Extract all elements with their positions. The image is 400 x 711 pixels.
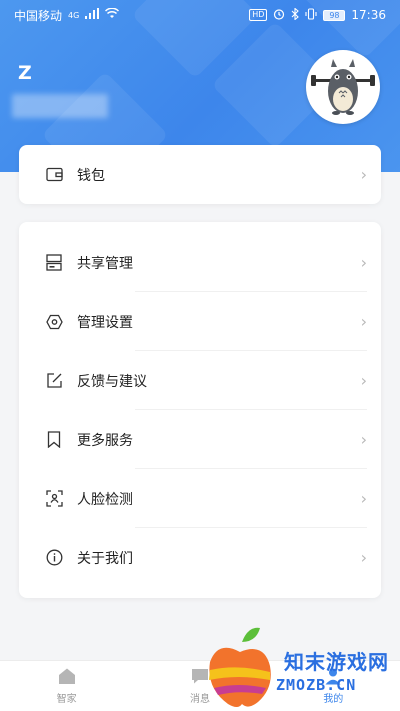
bluetooth-icon <box>291 6 300 23</box>
menu-item-label: 人脸检测 <box>77 491 133 508</box>
wallet-card: 钱包 › <box>19 145 381 204</box>
menu-item-more-services[interactable]: 更多服务 › <box>19 410 381 469</box>
feedback-edit-icon <box>45 372 63 390</box>
menu-item-feedback[interactable]: 反馈与建议 › <box>19 351 381 410</box>
menu-item-face-detection[interactable]: 人脸检测 › <box>19 469 381 528</box>
settings-icon <box>45 313 63 331</box>
tab-home[interactable]: 智家 <box>0 661 133 711</box>
tab-label: 智家 <box>56 694 77 705</box>
bookmark-icon <box>45 431 63 449</box>
apple-logo-icon <box>209 627 271 707</box>
carrier-name: 中国移动 <box>14 8 63 23</box>
menu-item-management-settings[interactable]: 管理设置 › <box>19 292 381 351</box>
menu-item-share-management[interactable]: 共享管理 › <box>19 233 381 292</box>
vibrate-icon <box>305 7 317 23</box>
watermark-logo: 知末游戏网 ZMOZB.CN <box>196 622 400 711</box>
chevron-right-icon: › <box>360 165 367 184</box>
menu-card: 共享管理 › 管理设置 › 反馈与建议 › 更多服务 › 人脸检测 › 关于我们… <box>19 222 381 598</box>
chevron-right-icon: › <box>360 371 367 390</box>
wallet-icon <box>45 166 63 184</box>
face-scan-icon <box>45 490 63 508</box>
menu-item-label: 反馈与建议 <box>77 373 147 390</box>
battery-indicator: 98 <box>323 9 346 21</box>
status-bar: 中国移动 4G HD 98 17:36 <box>0 0 400 30</box>
watermark-domain: ZMOZB.CN <box>276 676 357 694</box>
menu-item-label: 更多服务 <box>77 432 133 449</box>
user-name[interactable]: Z <box>18 62 32 84</box>
home-icon <box>57 667 77 688</box>
menu-item-label: 钱包 <box>77 167 105 184</box>
menu-item-label: 共享管理 <box>77 255 133 272</box>
share-manage-icon <box>45 254 63 272</box>
user-id-blurred <box>12 94 108 118</box>
chevron-right-icon: › <box>360 548 367 567</box>
chevron-right-icon: › <box>360 430 367 449</box>
chevron-right-icon: › <box>360 312 367 331</box>
network-type: 4G <box>68 10 80 20</box>
chevron-right-icon: › <box>360 489 367 508</box>
totoro-avatar-icon <box>311 59 375 115</box>
clock-time: 17:36 <box>351 8 386 22</box>
wifi-icon <box>105 7 120 22</box>
alarm-icon <box>273 8 285 23</box>
info-icon <box>45 549 63 567</box>
watermark-title: 知末游戏网 <box>284 650 389 674</box>
menu-item-about-us[interactable]: 关于我们 › <box>19 528 381 587</box>
avatar[interactable] <box>306 50 380 124</box>
hd-badge: HD <box>249 9 268 21</box>
signal-icon <box>85 8 100 22</box>
chevron-right-icon: › <box>360 253 367 272</box>
menu-item-label: 关于我们 <box>77 550 133 567</box>
menu-item-label: 管理设置 <box>77 314 133 331</box>
menu-item-wallet[interactable]: 钱包 › <box>19 145 381 204</box>
